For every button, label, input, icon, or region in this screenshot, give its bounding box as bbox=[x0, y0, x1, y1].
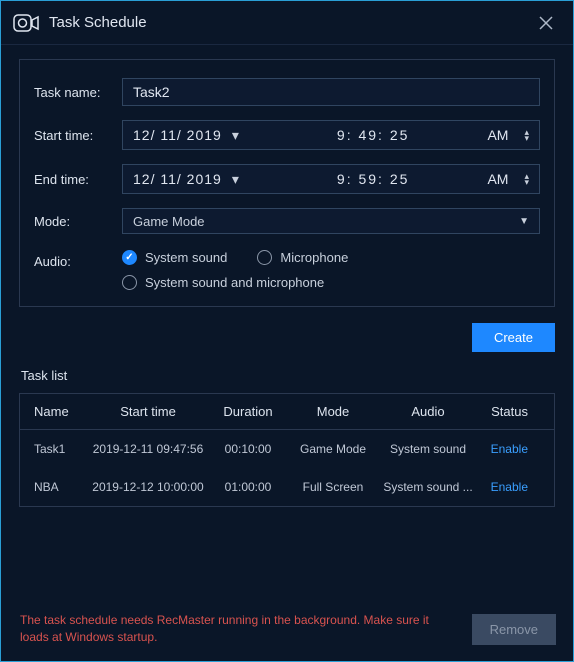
window-title: Task Schedule bbox=[49, 14, 147, 31]
cell-audio: System sound ... bbox=[378, 480, 478, 494]
col-duration: Duration bbox=[208, 404, 288, 419]
cell-mode: Full Screen bbox=[288, 480, 378, 494]
end-date: 12/ 11/ 2019 bbox=[133, 171, 222, 187]
mode-value: Game Mode bbox=[133, 214, 205, 229]
spinner-icon[interactable]: ▴▾ bbox=[524, 173, 529, 185]
radio-unchecked-icon bbox=[257, 250, 272, 265]
close-button[interactable] bbox=[531, 8, 561, 38]
tasklist-label: Task list bbox=[1, 362, 573, 393]
cell-duration: 00:10:00 bbox=[208, 442, 288, 456]
cell-name: Task1 bbox=[28, 442, 88, 456]
status-link[interactable]: Enable bbox=[478, 480, 528, 494]
endtime-input[interactable]: 12/ 11/ 2019 ▾ 9: 59: 25 AM ▴▾ bbox=[122, 164, 540, 194]
cell-duration: 01:00:00 bbox=[208, 480, 288, 494]
footer: The task schedule needs RecMaster runnin… bbox=[0, 600, 574, 662]
col-audio: Audio bbox=[378, 404, 478, 419]
endtime-row: End time: 12/ 11/ 2019 ▾ 9: 59: 25 AM ▴▾ bbox=[34, 164, 540, 194]
audio-opt1-label: System sound bbox=[145, 250, 227, 265]
caret-down-icon: ▼ bbox=[519, 216, 529, 227]
table-row[interactable]: NBA 2019-12-12 10:00:00 01:00:00 Full Sc… bbox=[20, 468, 554, 506]
table-header: Name Start time Duration Mode Audio Stat… bbox=[20, 394, 554, 430]
col-mode: Mode bbox=[288, 404, 378, 419]
cell-mode: Game Mode bbox=[288, 442, 378, 456]
status-link[interactable]: Enable bbox=[478, 442, 528, 456]
audio-option-both[interactable]: System sound and microphone bbox=[122, 275, 348, 290]
footer-warning: The task schedule needs RecMaster runnin… bbox=[20, 612, 460, 646]
radio-checked-icon bbox=[122, 250, 137, 265]
col-start: Start time bbox=[88, 404, 208, 419]
cell-name: NBA bbox=[28, 480, 88, 494]
audio-option-microphone[interactable]: Microphone bbox=[257, 250, 348, 265]
cell-start: 2019-12-12 10:00:00 bbox=[88, 480, 208, 494]
audio-opt3-label: System sound and microphone bbox=[145, 275, 324, 290]
table-row[interactable]: Task1 2019-12-11 09:47:56 00:10:00 Game … bbox=[20, 430, 554, 468]
col-name: Name bbox=[28, 404, 88, 419]
col-status: Status bbox=[478, 404, 528, 419]
form-panel: Task name: Start time: 12/ 11/ 2019 ▾ 9:… bbox=[19, 59, 555, 307]
audio-row: Audio: System sound Microphone System so… bbox=[34, 248, 540, 290]
starttime-row: Start time: 12/ 11/ 2019 ▾ 9: 49: 25 AM … bbox=[34, 120, 540, 150]
task-table: Name Start time Duration Mode Audio Stat… bbox=[19, 393, 555, 507]
caret-down-icon: ▾ bbox=[232, 171, 239, 188]
starttime-input[interactable]: 12/ 11/ 2019 ▾ 9: 49: 25 AM ▴▾ bbox=[122, 120, 540, 150]
taskname-row: Task name: bbox=[34, 78, 540, 106]
mode-select[interactable]: Game Mode ▼ bbox=[122, 208, 540, 234]
remove-button[interactable]: Remove bbox=[472, 614, 556, 645]
start-time: 9: 49: 25 bbox=[265, 127, 482, 143]
titlebar: Task Schedule bbox=[1, 1, 573, 45]
start-date: 12/ 11/ 2019 bbox=[133, 127, 222, 143]
mode-label: Mode: bbox=[34, 214, 122, 229]
starttime-label: Start time: bbox=[34, 128, 122, 143]
start-ampm: AM bbox=[487, 127, 508, 143]
create-button[interactable]: Create bbox=[472, 323, 555, 352]
audio-opt2-label: Microphone bbox=[280, 250, 348, 265]
audio-option-system-sound[interactable]: System sound bbox=[122, 250, 227, 265]
end-ampm: AM bbox=[487, 171, 508, 187]
endtime-label: End time: bbox=[34, 172, 122, 187]
action-row: Create bbox=[1, 317, 573, 362]
caret-down-icon: ▾ bbox=[232, 127, 239, 144]
taskname-input[interactable] bbox=[122, 78, 540, 106]
audio-label: Audio: bbox=[34, 248, 122, 269]
cell-start: 2019-12-11 09:47:56 bbox=[88, 442, 208, 456]
radio-unchecked-icon bbox=[122, 275, 137, 290]
taskname-label: Task name: bbox=[34, 85, 122, 100]
spinner-icon[interactable]: ▴▾ bbox=[524, 129, 529, 141]
end-time: 9: 59: 25 bbox=[265, 171, 482, 187]
cell-audio: System sound bbox=[378, 442, 478, 456]
mode-row: Mode: Game Mode ▼ bbox=[34, 208, 540, 234]
app-icon bbox=[13, 13, 39, 33]
